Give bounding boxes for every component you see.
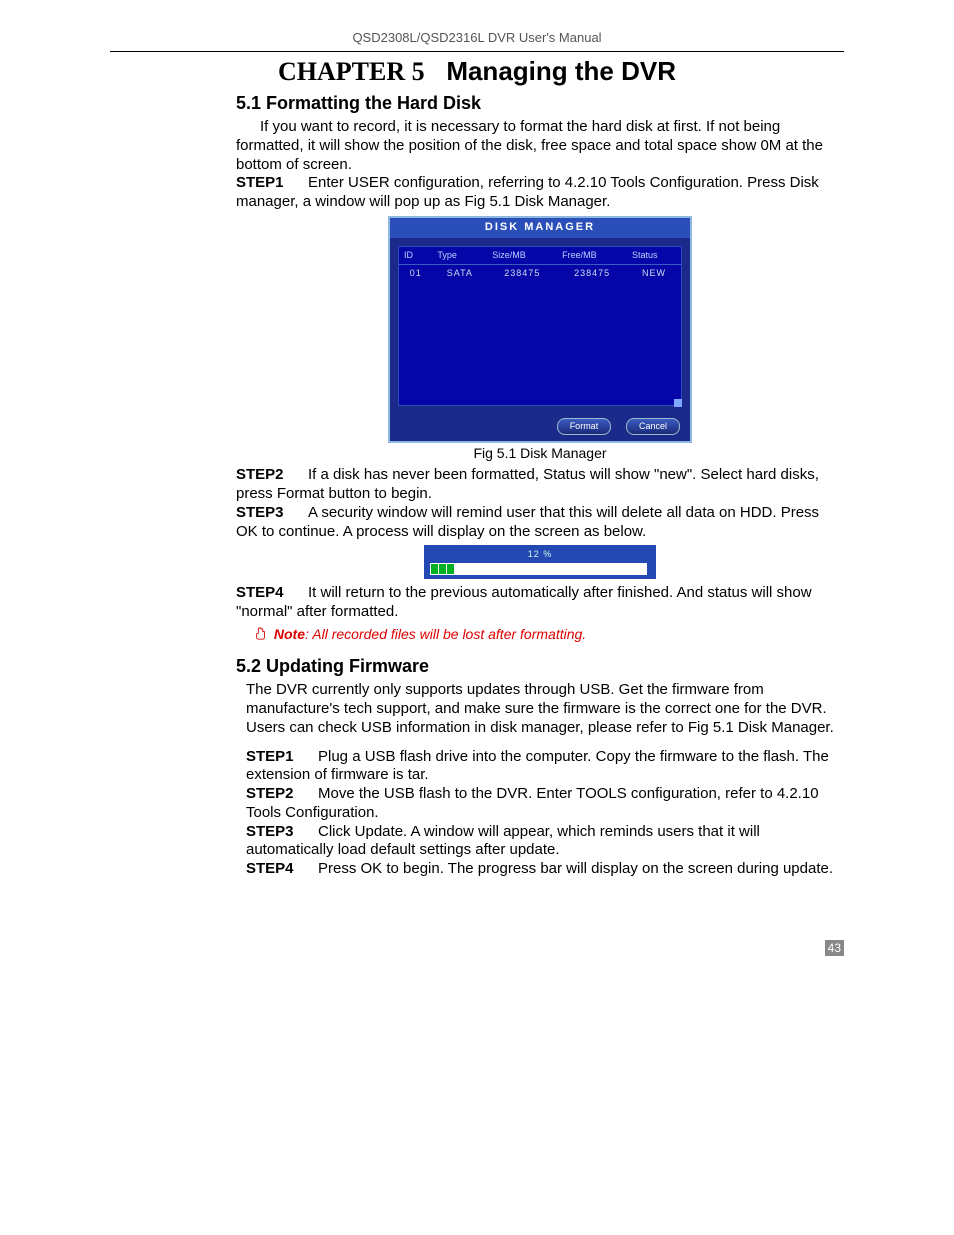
col-size: Size/MB	[487, 247, 557, 265]
disk-manager-title: DISK MANAGER	[390, 218, 690, 238]
cell-free: 238475	[557, 264, 627, 282]
col-status: Status	[627, 247, 681, 265]
figure-disk-manager: DISK MANAGER ID Type Size/MB Free/MB Sta…	[236, 216, 844, 463]
section-52-content: The DVR currently only supports updates …	[246, 681, 844, 879]
s52-step4-text: Press OK to begin. The progress bar will…	[318, 860, 833, 877]
table-row[interactable]: 01 SATA 238475 238475 NEW	[399, 264, 681, 282]
scroll-down-icon[interactable]	[674, 399, 682, 407]
scrollbar[interactable]	[674, 242, 682, 407]
chapter-name: Managing the DVR	[446, 56, 676, 86]
step3-label: STEP3	[236, 504, 308, 523]
section-52-heading: 5.2 Updating Firmware	[236, 656, 844, 677]
cell-size: 238475	[487, 264, 557, 282]
step1-text: Enter USER configuration, referring to 4…	[236, 174, 819, 210]
s52-step1-line: STEP1Plug a USB flash drive into the com…	[246, 748, 844, 786]
cell-status: NEW	[627, 264, 681, 282]
note-line: Note: All recorded files will be lost af…	[254, 626, 844, 645]
step4-label: STEP4	[236, 584, 308, 603]
disk-manager-window: DISK MANAGER ID Type Size/MB Free/MB Sta…	[388, 216, 692, 443]
chapter-number: CHAPTER 5	[278, 57, 425, 86]
step3-line: STEP3A security window will remind user …	[236, 504, 844, 542]
format-button[interactable]: Format	[557, 418, 612, 435]
disk-manager-buttons: Format Cancel	[390, 414, 690, 441]
section-51-heading: 5.1 Formatting the Hard Disk	[236, 93, 844, 114]
s52-step2-line: STEP2Move the USB flash to the DVR. Ente…	[246, 785, 844, 823]
s52-step4-label: STEP4	[246, 860, 318, 879]
s52-step2-label: STEP2	[246, 785, 318, 804]
step1-line: STEP1Enter USER configuration, referring…	[236, 174, 844, 212]
step3-text: A security window will remind user that …	[236, 504, 819, 540]
section-52-intro: The DVR currently only supports updates …	[246, 681, 844, 737]
doc-header: QSD2308L/QSD2316L DVR User's Manual	[110, 30, 844, 45]
s52-step2-text: Move the USB flash to the DVR. Enter TOO…	[246, 785, 819, 821]
s52-step1-label: STEP1	[246, 748, 318, 767]
progress-bar	[430, 563, 650, 575]
progress-percent: 12 %	[430, 549, 650, 560]
header-divider	[110, 51, 844, 52]
chapter-title: CHAPTER 5 Managing the DVR	[110, 56, 844, 87]
section-51-intro: If you want to record, it is necessary t…	[236, 118, 844, 174]
note-label: Note	[274, 626, 305, 642]
step4-line: STEP4It will return to the previous auto…	[236, 584, 844, 622]
note-text: : All recorded files will be lost after …	[305, 626, 586, 642]
step2-label: STEP2	[236, 466, 308, 485]
step4-text: It will return to the previous automatic…	[236, 584, 812, 620]
col-id: ID	[399, 247, 432, 265]
cell-id: 01	[399, 264, 432, 282]
step1-label: STEP1	[236, 174, 308, 193]
s52-step3-text: Click Update. A window will appear, whic…	[246, 823, 760, 859]
step2-text: If a disk has never been formatted, Stat…	[236, 466, 819, 502]
disk-manager-table: ID Type Size/MB Free/MB Status 01 SATA 2…	[399, 247, 681, 283]
s52-step3-label: STEP3	[246, 823, 318, 842]
disk-manager-table-area: ID Type Size/MB Free/MB Status 01 SATA 2…	[398, 246, 682, 406]
section-51-content: If you want to record, it is necessary t…	[236, 118, 844, 644]
progress-window: 12 %	[424, 545, 656, 578]
step2-line: STEP2If a disk has never been formatted,…	[236, 466, 844, 504]
hand-icon	[254, 626, 268, 645]
col-type: Type	[432, 247, 487, 265]
cell-type: SATA	[432, 264, 487, 282]
progress-cell	[638, 563, 647, 575]
page-number: 43	[825, 940, 844, 956]
figure-caption: Fig 5.1 Disk Manager	[236, 445, 844, 463]
cancel-button[interactable]: Cancel	[626, 418, 680, 435]
s52-step4-line: STEP4Press OK to begin. The progress bar…	[246, 860, 844, 879]
table-header-row: ID Type Size/MB Free/MB Status	[399, 247, 681, 265]
s52-step3-line: STEP3Click Update. A window will appear,…	[246, 823, 844, 861]
figure-progress: 12 %	[236, 545, 844, 580]
col-free: Free/MB	[557, 247, 627, 265]
s52-step1-text: Plug a USB flash drive into the computer…	[246, 748, 829, 784]
